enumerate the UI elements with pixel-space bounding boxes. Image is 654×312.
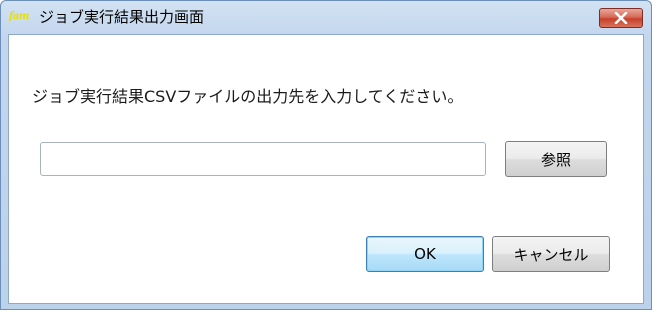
- dialog-body: ジョブ実行結果CSVファイルの出力先を入力してください。 参照 OK キャンセル: [8, 34, 644, 304]
- close-button[interactable]: [599, 8, 643, 28]
- close-icon: [614, 12, 628, 24]
- output-path-input[interactable]: [40, 142, 486, 176]
- prompt-label: ジョブ実行結果CSVファイルの出力先を入力してください。: [32, 87, 464, 106]
- cancel-button[interactable]: キャンセル: [492, 236, 610, 272]
- title-bar[interactable]: fam ジョブ実行結果出力画面: [1, 1, 651, 33]
- dialog-window: fam ジョブ実行結果出力画面 ジョブ実行結果CSVファイルの出力先を入力してく…: [0, 0, 652, 310]
- app-icon: fam: [9, 11, 29, 22]
- ok-button[interactable]: OK: [366, 236, 484, 272]
- window-title: ジョブ実行結果出力画面: [39, 8, 205, 26]
- browse-button[interactable]: 参照: [505, 141, 607, 177]
